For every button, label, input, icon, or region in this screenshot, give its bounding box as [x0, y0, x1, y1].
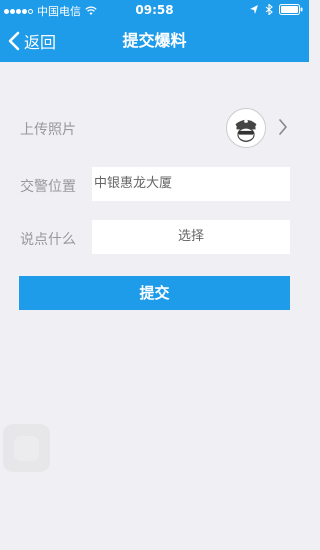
comment-select[interactable]: 选择	[92, 220, 290, 254]
page-title: 提交爆料	[122, 31, 187, 50]
upload-photo-label: 上传照片	[20, 122, 76, 138]
chevron-right-icon[interactable]	[278, 118, 288, 136]
comment-label: 说点什么	[20, 232, 76, 248]
submit-button[interactable]: 提交	[19, 276, 290, 310]
police-location-input[interactable]: 中银惠龙大厦	[92, 167, 290, 201]
status-right	[249, 4, 303, 15]
police-location-label: 交警位置	[20, 179, 76, 195]
location-arrow-icon	[250, 5, 258, 14]
upload-photo-button[interactable]	[226, 108, 266, 148]
status-bar: 中国电信 09:58	[0, 0, 309, 20]
battery-icon	[279, 4, 303, 15]
police-avatar-icon	[235, 119, 257, 142]
assistive-touch-button[interactable]	[3, 424, 50, 472]
assistive-touch-icon	[14, 436, 39, 461]
app-header: 中国电信 09:58 返回 提交爆料	[0, 0, 309, 62]
bluetooth-icon	[265, 4, 273, 15]
navigation-bar: 返回 提交爆料	[0, 20, 309, 62]
